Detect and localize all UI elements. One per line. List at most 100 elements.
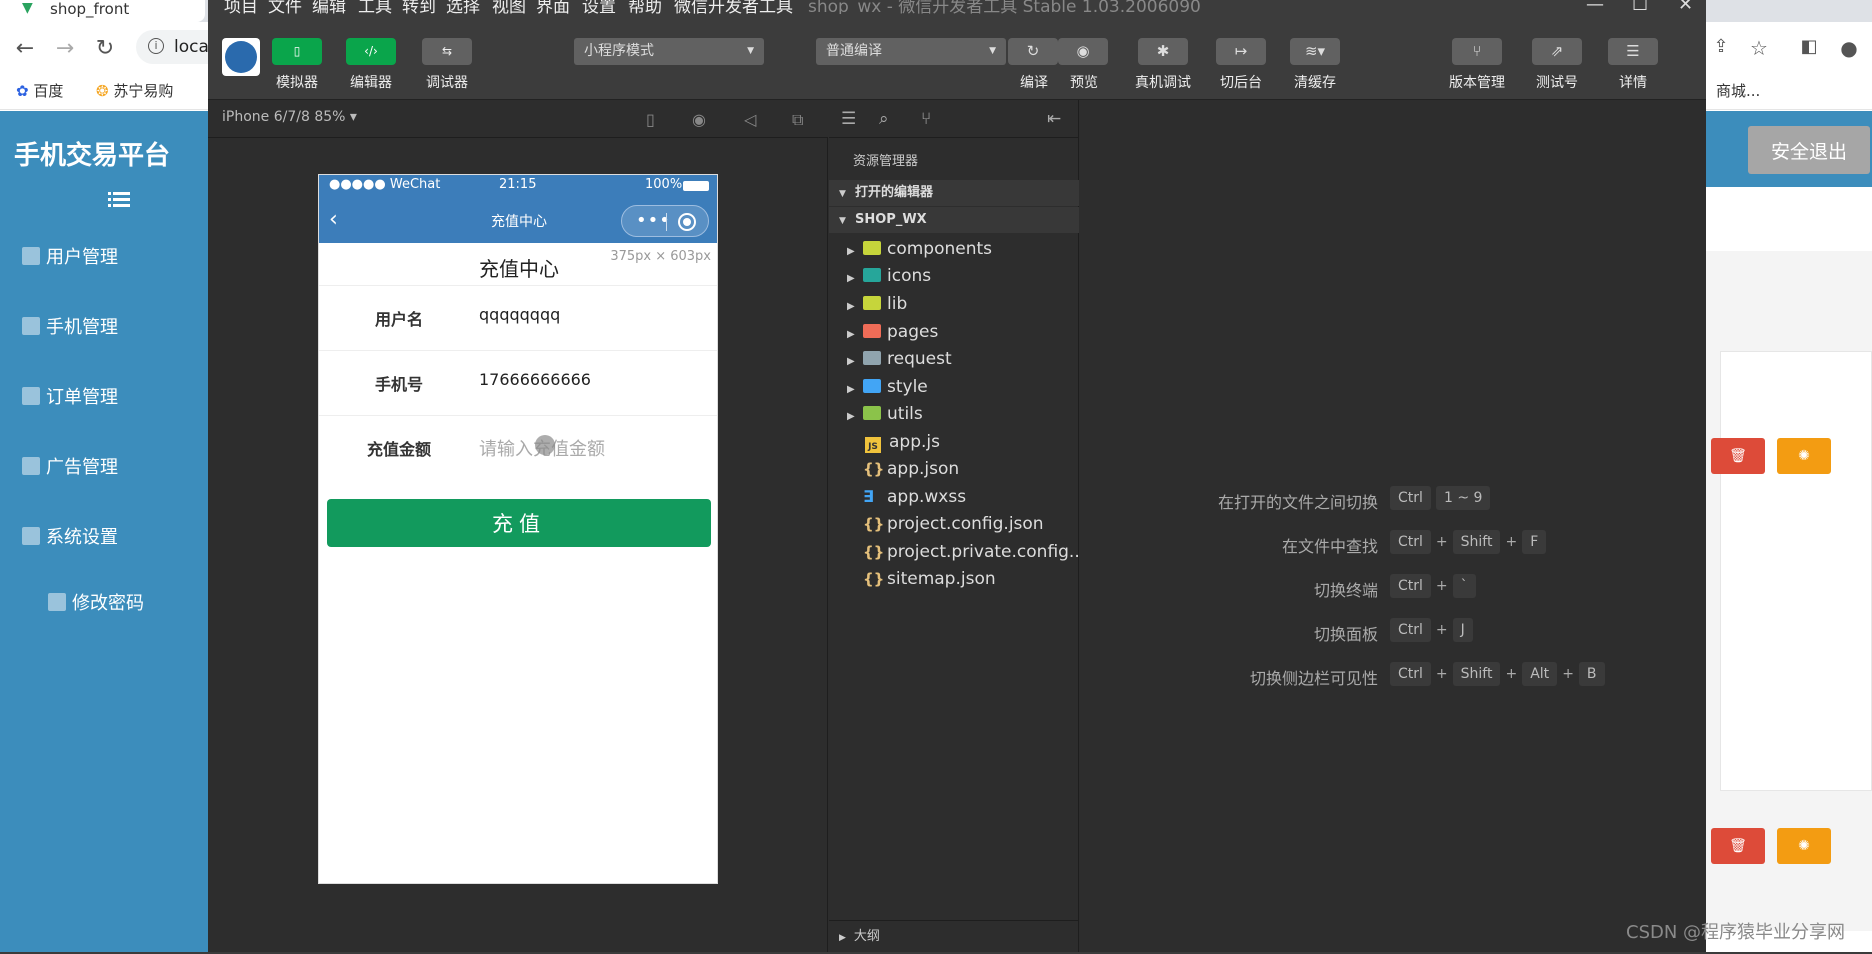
folder-request[interactable]: ▶ request (847, 346, 952, 372)
toolbar: ▯ 模拟器 ‹/› 编辑器 ⇆ 调试器 小程序模式 ▼ 普通编译 ▼ ↻ 编译 ◉ … (208, 14, 1706, 100)
forward-arrow-icon[interactable]: → (52, 36, 78, 61)
project-root[interactable]: ▼ SHOP_WX (829, 207, 1079, 233)
phone-icon[interactable]: ▯ (646, 110, 655, 129)
explorer-title: 资源管理器 (853, 154, 919, 169)
bookmark-suning[interactable]: ❂ 苏宁易购 (96, 80, 173, 101)
folder-pages[interactable]: ▶ pages (847, 319, 938, 345)
file-project-private-config[interactable]: {} project.private.config... (847, 539, 1085, 565)
window-icon[interactable]: ⧉ (792, 110, 803, 130)
share-icon[interactable]: ⇪ (1708, 36, 1734, 57)
capsule-button[interactable]: ••• (621, 205, 709, 237)
menu-settings[interactable]: 设置 (582, 0, 616, 14)
details-button[interactable]: ☰ (1608, 38, 1658, 65)
preview-label: 预览 (1070, 75, 1098, 91)
bookmark-baidu[interactable]: ✿ 百度 (16, 80, 63, 101)
close-icon[interactable]: ✕ (1678, 0, 1693, 14)
triangle-right-icon: ▶ (847, 384, 855, 395)
menu-edit[interactable]: 编辑 (312, 0, 346, 14)
preview-button[interactable]: ◉ (1058, 38, 1108, 65)
mode-select[interactable]: 小程序模式 ▼ (574, 38, 764, 65)
menu-project[interactable]: 项目 (224, 0, 258, 14)
file-project-config[interactable]: {} project.config.json (847, 511, 1044, 537)
menu-view[interactable]: 视图 (492, 0, 526, 14)
debugger-button[interactable]: ⇆ (422, 38, 472, 65)
folder-style[interactable]: ▶ style (847, 374, 928, 400)
shortcut-row: 在打开的文件之间切换 Ctrl 1 ~ 9 (1080, 486, 1706, 512)
folder-components[interactable]: ▶ components (847, 236, 992, 262)
avatar[interactable] (222, 38, 260, 76)
list-icon[interactable]: ☰ (841, 109, 856, 129)
search-icon[interactable]: ⌕ (879, 109, 889, 129)
recharge-button[interactable]: 充值 (327, 499, 711, 547)
sidebar-item-settings[interactable]: 系统设置 (22, 523, 118, 549)
edit-button[interactable]: ✺ (1777, 438, 1831, 474)
phone-status-bar: ●●●●● WeChat 21:15 100% (319, 175, 717, 197)
close-target-icon[interactable] (678, 213, 696, 231)
reload-icon[interactable]: ↻ (92, 36, 118, 61)
simulator-pane: iPhone 6/7/8 85% ▾ ▯ ◉ ◁ ⧉ ●●●●● WeChat … (208, 100, 828, 952)
menu-help[interactable]: 帮助 (628, 0, 662, 14)
star-icon[interactable]: ☆ (1746, 36, 1772, 60)
menu-goto[interactable]: 转到 (402, 0, 436, 14)
clear-cache-button[interactable]: ≋▾ (1290, 38, 1340, 65)
sidebar-item-change-password[interactable]: 修改密码 (48, 589, 144, 615)
background-button[interactable]: ↦ (1216, 38, 1266, 65)
folder-lib[interactable]: ▶ lib (847, 291, 907, 317)
test-account-button[interactable]: ⇗ (1532, 38, 1582, 65)
menu-interface[interactable]: 界面 (536, 0, 570, 14)
shortcut-row: 切换终端 Ctrl + ` (1080, 574, 1706, 600)
sidebar-item-phones[interactable]: 手机管理 (22, 313, 118, 339)
file-app-json[interactable]: {} app.json (847, 456, 959, 482)
shortcut-desc: 在文件中查找 (1281, 537, 1378, 556)
folder-icons[interactable]: ▶ icons (847, 263, 931, 289)
username-field[interactable]: qqqqqqqq (479, 305, 560, 324)
outline-section[interactable]: ▶ 大纲 (829, 920, 1079, 952)
amount-label: 充值金额 (366, 440, 431, 459)
collapse-panel-icon[interactable]: ⇤ (1047, 109, 1061, 129)
menu-file[interactable]: 文件 (268, 0, 302, 14)
delete-button[interactable]: 🗑 (1711, 438, 1765, 474)
menu-select[interactable]: 选择 (446, 0, 480, 14)
json-file-icon: {} (863, 570, 885, 588)
edit-button[interactable]: ✺ (1777, 828, 1831, 864)
device-select[interactable]: iPhone 6/7/8 85% ▾ (222, 109, 357, 125)
menu-wechat-devtools[interactable]: 微信开发者工具 (674, 0, 793, 14)
file-sitemap[interactable]: {} sitemap.json (847, 566, 996, 592)
shortcut-desc: 在打开的文件之间切换 (1217, 493, 1378, 512)
sidebar-item-users[interactable]: 用户管理 (22, 243, 118, 269)
gear-icon: ✺ (1798, 448, 1810, 464)
open-editors-section[interactable]: ▼ 打开的编辑器 (829, 180, 1079, 206)
compile-mode-select[interactable]: 普通编译 ▼ (816, 38, 1006, 65)
file-app-js[interactable]: JS app.js (847, 429, 940, 455)
sidebar-item-orders[interactable]: 订单管理 (22, 383, 118, 409)
phone-field[interactable]: 17666666666 (479, 370, 591, 389)
git-branch-icon[interactable]: ⑂ (921, 109, 931, 129)
version-label: 版本管理 (1449, 75, 1505, 91)
sidebar-icon[interactable]: ◧ (1796, 36, 1822, 57)
logout-button[interactable]: 安全退出 (1748, 126, 1870, 174)
sidebar-item-ads[interactable]: 广告管理 (22, 453, 118, 479)
back-arrow-icon[interactable]: ← (12, 36, 38, 61)
admin-panel: 🗑 ✺ 🗑 ✺ (1700, 251, 1872, 931)
minimize-icon[interactable]: — (1586, 0, 1604, 14)
menu-tools[interactable]: 工具 (358, 0, 392, 14)
version-button[interactable]: ⑂ (1452, 38, 1502, 65)
folder-pages-icon (863, 324, 881, 338)
watermark-text: CSDN @程序猿毕业分享网 (1626, 922, 1846, 943)
list-menu-icon[interactable] (108, 191, 130, 209)
record-icon[interactable]: ◉ (692, 110, 706, 129)
maximize-icon[interactable]: ☐ (1632, 0, 1648, 14)
bookmark-shop[interactable]: 商城... (1716, 80, 1760, 101)
file-app-wxss[interactable]: ∃ app.wxss (847, 484, 966, 510)
real-debug-button[interactable]: ✱ (1138, 38, 1188, 65)
editor-button[interactable]: ‹/› (346, 38, 396, 65)
test-account-label: 测试号 (1536, 75, 1578, 91)
compile-button[interactable]: ↻ (1008, 38, 1058, 65)
browser-tab[interactable]: ▼ shop_front (0, 0, 205, 22)
volume-icon[interactable]: ◁ (744, 110, 756, 129)
profile-icon[interactable]: ● (1836, 36, 1862, 60)
delete-button[interactable]: 🗑 (1711, 828, 1765, 864)
simulator-button[interactable]: ▯ (272, 38, 322, 65)
folder-utils[interactable]: ▶ utils (847, 401, 923, 427)
devtools-window: 项目 文件 编辑 工具 转到 选择 视图 界面 设置 帮助 微信开发者工具 sh… (208, 0, 1706, 952)
